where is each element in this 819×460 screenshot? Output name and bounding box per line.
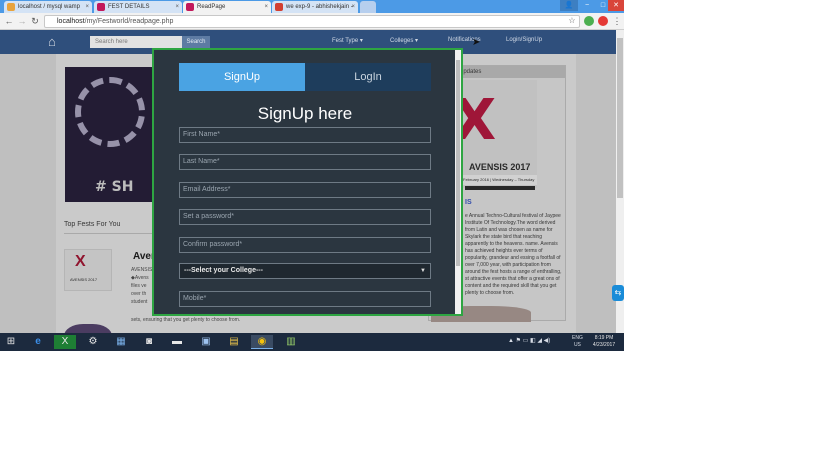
region-label: US xyxy=(573,342,581,348)
file-explorer-icon[interactable]: ▤ xyxy=(223,335,245,349)
url-path: /my/Festworld/readpage.php xyxy=(84,18,174,25)
last-name-field[interactable]: Last Name* xyxy=(179,154,431,170)
screen: localhost / mysql wamp × FEST DETAILS × … xyxy=(0,0,624,351)
chrome-icon[interactable]: ◉ xyxy=(251,335,273,349)
colleges-dropdown[interactable]: Colleges ▾ xyxy=(390,37,418,44)
language-indicator[interactable]: ENG US xyxy=(572,335,583,349)
site-favicon-icon xyxy=(186,3,194,11)
home-icon[interactable]: ⌂ xyxy=(48,34,56,49)
notepad-icon[interactable]: ▥ xyxy=(280,335,302,349)
tab-label: ReadPage xyxy=(197,4,226,10)
close-tab-icon[interactable]: × xyxy=(85,1,89,13)
close-tab-icon[interactable]: × xyxy=(175,1,179,13)
chevron-down-icon: ▼ xyxy=(420,268,426,274)
user-profile-icon[interactable]: 👤 xyxy=(560,0,578,11)
tab-login[interactable]: LogIn xyxy=(305,63,431,91)
start-button[interactable]: ⊞ xyxy=(0,335,22,349)
back-button[interactable]: ← xyxy=(4,15,14,27)
excel-icon[interactable]: X xyxy=(54,335,76,349)
side-widget-icon[interactable]: ⇆ xyxy=(612,285,624,301)
confirm-password-field[interactable]: Confirm password* xyxy=(179,237,431,253)
computer-icon[interactable]: ▦ xyxy=(110,335,132,349)
email-field[interactable]: Email Address* xyxy=(179,182,431,198)
login-signup-link[interactable]: Login/SignUp xyxy=(506,37,542,43)
visual-studio-icon[interactable]: ▣ xyxy=(195,335,217,349)
mobile-field[interactable]: Mobile* xyxy=(179,291,431,307)
close-tab-icon[interactable]: × xyxy=(351,1,355,13)
browser-tab-readpage[interactable]: ReadPage × xyxy=(183,1,271,13)
modal-scrollbar-thumb[interactable] xyxy=(456,60,460,266)
site-favicon-icon xyxy=(97,3,105,11)
tab-label: FEST DETAILS xyxy=(108,4,150,10)
clock-time: 8:19 PM xyxy=(594,335,614,341)
college-select-value: ---Select your College--- xyxy=(184,267,263,274)
browser-tab-strip: localhost / mysql wamp × FEST DETAILS × … xyxy=(0,0,624,13)
gmail-favicon-icon xyxy=(275,3,283,11)
new-tab-button[interactable] xyxy=(360,1,376,13)
tab-label: localhost / mysql wamp xyxy=(18,4,81,10)
first-name-field[interactable]: First Name* xyxy=(179,127,431,143)
forward-button[interactable]: → xyxy=(17,15,27,27)
site-search-input[interactable]: Search here xyxy=(90,36,182,48)
fest-type-dropdown[interactable]: Fest Type ▾ xyxy=(332,37,363,44)
modal-title: SignUp here xyxy=(257,104,353,123)
password-field[interactable]: Set a password* xyxy=(179,209,431,225)
address-bar[interactable]: localhost/my/Festworld/readpage.php xyxy=(44,15,580,28)
language-label: ENG xyxy=(572,335,583,341)
app-icon[interactable]: ◙ xyxy=(138,335,160,349)
opera-extension-icon[interactable] xyxy=(598,16,608,26)
college-select[interactable]: ---Select your College--- ▼ xyxy=(179,263,431,279)
menu-icon[interactable]: ⋮ xyxy=(612,15,622,27)
browser-toolbar: ← → ↻ localhost/my/Festworld/readpage.ph… xyxy=(0,13,624,30)
tab-label: we exp-9 - abhishekjain - xyxy=(286,4,353,10)
system-tray-icons[interactable]: ▲ ⚑ ▭ ◧ ◢ ◀) xyxy=(508,337,550,344)
internet-explorer-icon[interactable]: e xyxy=(27,335,49,349)
windows-taskbar: ⊞ e X ⚙ ▦ ◙ ▬ ▣ ▤ ◉ ▥ ▲ ⚑ ▭ ◧ ◢ ◀) ENG U… xyxy=(0,333,624,351)
browser-tab-fest-details[interactable]: FEST DETAILS × xyxy=(94,1,182,13)
settings-icon[interactable]: ⚙ xyxy=(82,335,104,349)
clock-date: 4/23/2017 xyxy=(592,342,616,348)
extension-icon[interactable] xyxy=(584,16,594,26)
taskbar-clock[interactable]: 8:19 PM 4/23/2017 xyxy=(587,335,621,349)
url-host: localhost xyxy=(57,18,85,25)
tab-signup[interactable]: SignUp xyxy=(179,63,305,91)
close-tab-icon[interactable]: × xyxy=(264,1,268,13)
bookmark-star-icon[interactable]: ☆ xyxy=(567,15,577,27)
reload-button[interactable]: ↻ xyxy=(30,15,40,27)
page-scrollbar-thumb[interactable] xyxy=(617,38,623,198)
site-search-button[interactable]: Search xyxy=(182,36,210,48)
browser-tab-gmail[interactable]: we exp-9 - abhishekjain - × xyxy=(272,1,358,13)
mouse-cursor-icon: ➤ xyxy=(472,37,481,48)
auth-tabs: SignUp LogIn xyxy=(179,63,431,91)
signup-modal: SignUp LogIn SignUp here First Name* Las… xyxy=(152,48,463,316)
phpmyadmin-favicon-icon xyxy=(7,3,15,11)
close-window-button[interactable]: ✕ xyxy=(608,0,624,11)
modal-scrollbar[interactable] xyxy=(455,50,461,314)
browser-tab-phpmyadmin[interactable]: localhost / mysql wamp × xyxy=(4,1,92,13)
terminal-icon[interactable]: ▬ xyxy=(166,335,188,349)
